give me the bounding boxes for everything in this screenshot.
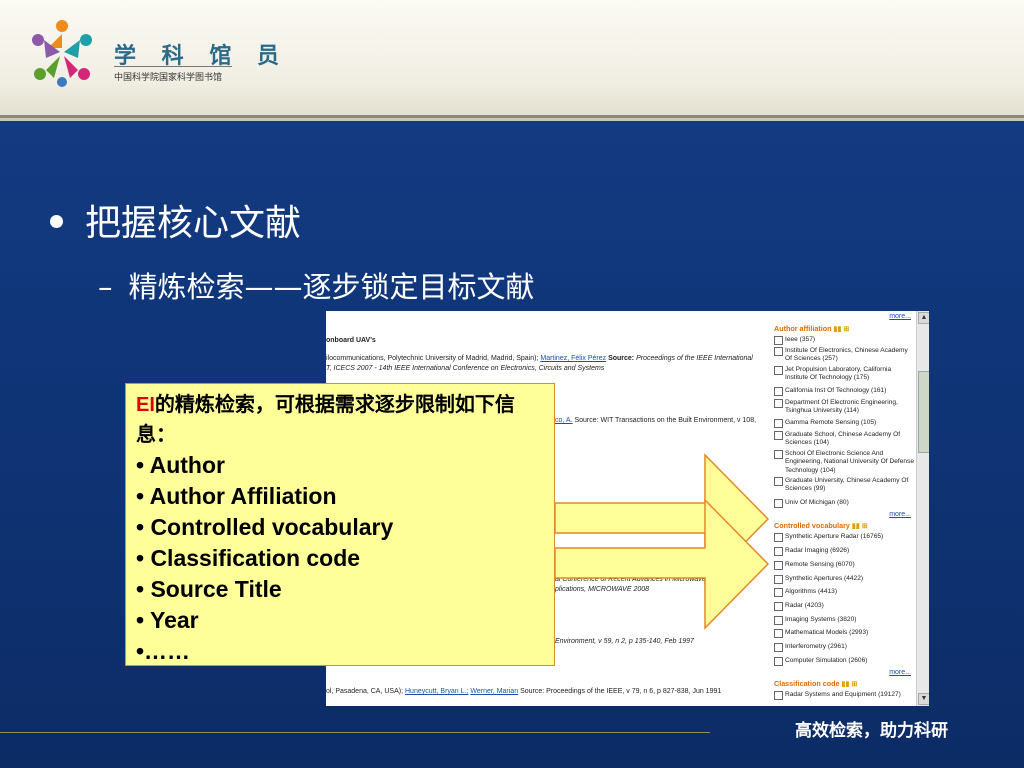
facet-item[interactable]: Interferometry (2961): [774, 643, 914, 652]
bar-chart-icon[interactable]: ▮▮: [852, 521, 860, 530]
facet-item[interactable]: Synthetic Aperture Radar (16765): [774, 533, 914, 542]
result-line: co, A. Source: WIT Transactions on the B…: [555, 417, 757, 424]
checkbox[interactable]: [774, 561, 783, 570]
facet-item[interactable]: Synthetic Apertures (4422): [774, 575, 914, 584]
footer-slogan: 高效检索，助力科研: [795, 721, 948, 741]
checkbox[interactable]: [774, 431, 783, 440]
checkbox[interactable]: [774, 399, 783, 408]
checkbox[interactable]: [774, 616, 783, 625]
facet-item[interactable]: School Of Electronic Science And Enginee…: [774, 450, 914, 475]
facet-item[interactable]: Computer Simulation (2606): [774, 657, 914, 666]
facet-item[interactable]: Radar (4203): [774, 602, 914, 611]
checkbox[interactable]: [774, 419, 783, 428]
result-title: onboard UAV's: [326, 337, 376, 344]
bullet-dot-icon: [50, 214, 63, 228]
header-banner: 学 科 馆 员 中国科学院国家科学图书馆: [0, 0, 1024, 118]
result-line: Environment, v 59, n 2, p 135-140, Feb 1…: [555, 638, 694, 645]
more-link[interactable]: more...: [889, 511, 911, 518]
callout-intro: EI的精炼检索，可根据需求逐步限制如下信息：: [136, 390, 544, 450]
facet-item[interactable]: Radar Systems and Equipment (19127): [774, 691, 914, 700]
footer-divider: [0, 732, 710, 733]
facet-item[interactable]: Department Of Electronic Engineering, Ts…: [774, 399, 914, 416]
author-link[interactable]: co, A.: [555, 417, 573, 424]
logo-divider: [114, 66, 232, 67]
facet-item[interactable]: Mathematical Models (2993): [774, 629, 914, 638]
facet-item[interactable]: Imaging Systems (3820): [774, 616, 914, 625]
classification-code-heading: Classification code ▮▮ ⊞: [774, 679, 858, 688]
checkbox[interactable]: [774, 602, 783, 611]
checkbox[interactable]: [774, 387, 783, 396]
author-affiliation-heading: Author affiliation ▮▮ ⊞: [774, 324, 850, 333]
facet-item[interactable]: Jet Propulsion Laboratory, California In…: [774, 366, 914, 383]
export-icon[interactable]: ⊞: [851, 679, 857, 688]
author-link[interactable]: Werner, Marian: [470, 688, 518, 695]
bullet-dash: –: [98, 270, 113, 304]
bullet-level-2: – 精炼检索——逐步锁定目标文献: [98, 264, 535, 306]
checkbox[interactable]: [774, 629, 783, 638]
callout-item: •……: [136, 638, 191, 664]
bullet-1-text: 把握核心文献: [85, 203, 302, 244]
result-line: ol, Pasadena, CA, USA); Huneycutt, Bryan…: [326, 688, 722, 695]
facet-item[interactable]: California Inst Of Technology (161): [774, 387, 914, 396]
checkbox[interactable]: [774, 336, 783, 345]
author-link[interactable]: Huneycutt, Bryan L.;: [405, 688, 468, 695]
facet-item[interactable]: Algorithms (4413): [774, 588, 914, 597]
checkbox[interactable]: [774, 691, 783, 700]
callout-item: • Author: [136, 452, 225, 478]
facet-item[interactable]: Graduate University, Chinese Academy Of …: [774, 477, 914, 494]
checkbox[interactable]: [774, 588, 783, 597]
result-line: ilocommunications, Polytechnic Universit…: [326, 355, 753, 362]
facet-item[interactable]: Ieee (357): [774, 336, 914, 345]
facet-item[interactable]: Univ Of Michigan (80): [774, 499, 914, 508]
export-icon[interactable]: ⊞: [862, 521, 868, 530]
callout-item: • Source Title: [136, 576, 282, 602]
scrollbar[interactable]: ▲ ▼: [916, 311, 929, 706]
slide: 学 科 馆 员 中国科学院国家科学图书馆 把握核心文献 – 精炼检索——逐步锁定目…: [0, 0, 1024, 768]
result-line: plications, MICROWAVE 2008: [555, 586, 650, 593]
checkbox[interactable]: [774, 450, 783, 459]
callout-item: • Year: [136, 607, 199, 633]
logo-subtitle: 中国科学院国家科学图书馆: [114, 73, 223, 83]
controlled-vocabulary-heading: Controlled vocabulary ▮▮ ⊞: [774, 521, 868, 530]
bar-chart-icon[interactable]: ▮▮: [842, 679, 850, 688]
scroll-up-icon[interactable]: ▲: [918, 312, 929, 324]
facet-item[interactable]: Remote Sensing (6070): [774, 561, 914, 570]
checkbox[interactable]: [774, 657, 783, 666]
checkbox[interactable]: [774, 533, 783, 542]
checkbox[interactable]: [774, 643, 783, 652]
facet-item[interactable]: Gamma Remote Sensing (105): [774, 419, 914, 428]
more-link[interactable]: more...: [889, 313, 911, 320]
checkbox[interactable]: [774, 477, 783, 486]
callout-box: EI的精炼检索，可根据需求逐步限制如下信息： • Author • Author…: [125, 383, 555, 666]
refine-sidebar: more... Author affiliation ▮▮ ⊞ Ieee (35…: [769, 311, 915, 706]
scroll-thumb[interactable]: [918, 371, 929, 453]
scroll-down-icon[interactable]: ▼: [918, 693, 929, 705]
checkbox[interactable]: [774, 499, 783, 508]
checkbox[interactable]: [774, 547, 783, 556]
checkbox[interactable]: [774, 366, 783, 375]
header-divider: [0, 118, 1024, 121]
bullet-level-1: 把握核心文献: [50, 194, 301, 246]
callout-item: • Controlled vocabulary: [136, 514, 394, 540]
bullet-2-text: 精炼检索——逐步锁定目标文献: [128, 270, 535, 304]
checkbox[interactable]: [774, 347, 783, 356]
callout-item: • Author Affiliation: [136, 483, 337, 509]
callout-intro-text: 的精炼检索，可根据需求逐步限制如下信息：: [136, 394, 515, 446]
more-link[interactable]: more...: [889, 669, 911, 676]
callout-item: • Classification code: [136, 545, 361, 571]
checkbox[interactable]: [774, 575, 783, 584]
result-line: T, ICECS 2007 - 14th IEEE International …: [326, 365, 605, 372]
facet-item[interactable]: Radar Imaging (6926): [774, 547, 914, 556]
bar-chart-icon[interactable]: ▮▮: [834, 324, 842, 333]
ei-label: EI: [136, 394, 155, 416]
facet-item[interactable]: Institute Of Electronics, Chinese Academ…: [774, 347, 914, 364]
author-link[interactable]: Martinez, Félix Pérez: [540, 355, 606, 362]
facet-item[interactable]: Graduate School, Chinese Academy Of Scie…: [774, 431, 914, 448]
result-line: al Conference of Recent Advances in Micr…: [555, 576, 744, 583]
export-icon[interactable]: ⊞: [843, 324, 849, 333]
library-logo-icon: [32, 20, 92, 87]
